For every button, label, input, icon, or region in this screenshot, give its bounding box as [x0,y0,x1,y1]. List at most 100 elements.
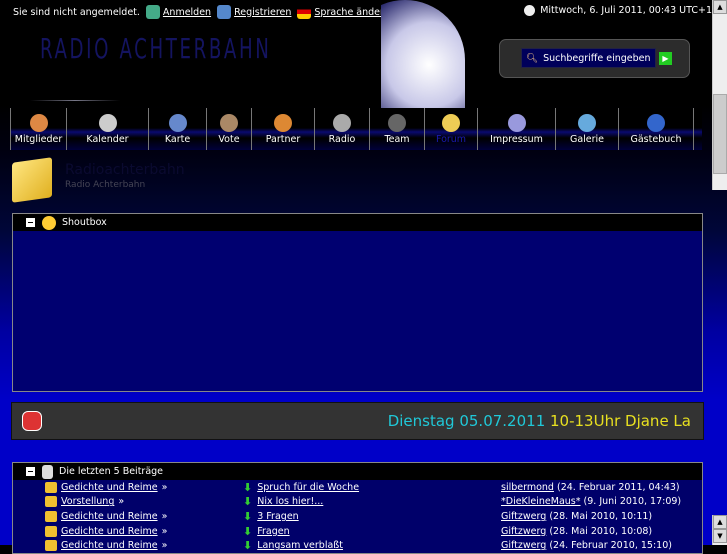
collapse-icon[interactable] [25,217,36,228]
login-icon [145,5,160,19]
nav-item-radio[interactable]: Radio [314,108,369,150]
nav-item-forum[interactable]: Forum [424,108,477,150]
separator: » [161,510,168,522]
search-placeholder: Suchbegriffe eingeben [543,52,651,64]
arrow-down-icon: ⬇ [243,509,253,523]
radio-ticker: Dienstag 05.07.2011 10-13Uhr Djane La [11,402,704,440]
user-link[interactable]: silbermond [501,482,554,493]
nav-item-impressum[interactable]: Impressum [477,108,555,150]
shoutbox-icon [42,215,56,230]
nav-label: Gästebuch [630,134,682,145]
datetime: Mittwoch, 6. Juli 2011, 00:43 UTC+1 [524,5,712,16]
nav-label: Karte [164,134,191,145]
latest-posts-title: Die letzten 5 Beiträge [59,466,164,477]
folder-icon [45,481,57,493]
forum-subtitle: Radio Achterbahn [65,180,146,190]
folder-icon [45,510,57,522]
topic-link[interactable]: Fragen [257,526,289,537]
page-scrollbar[interactable]: ▲ [712,0,727,190]
user-link[interactable]: Giftzwerg [501,526,546,537]
forum-title: Radioachterbahn [65,162,185,178]
nav-item-team[interactable]: Team [369,108,424,150]
nav-label: Vote [218,134,240,145]
board-link[interactable]: Gedichte und Reime [61,482,158,493]
post-row: Gedichte und Reime » ⬇ 3 Fragen Giftzwerg (… [13,509,702,524]
board-link[interactable]: Gedichte und Reime [61,511,158,522]
board-link[interactable]: Gedichte und Reime [61,526,158,537]
arrow-down-icon: ⬇ [243,524,253,538]
post-date: (24. Februar 2010, 15:10) [549,540,672,552]
topic-link[interactable]: Nix los hier!... [257,496,323,507]
login-link[interactable]: Anmelden [163,7,211,18]
topic-link[interactable]: 3 Fragen [257,511,298,522]
nav-item-karte[interactable]: Karte [148,108,206,150]
karte-icon [168,114,187,132]
scrollbar-thumb[interactable] [713,94,727,174]
search-icon: 🔍︎ [526,52,539,64]
arrow-down-icon: ⬇ [243,495,253,509]
separator: » [161,481,168,493]
scroll-down-button[interactable]: ▼ [713,529,727,543]
post-date: (24. Februar 2011, 04:43) [557,481,680,493]
latest-posts-panel: Die letzten 5 Beiträge Gedichte und Reim… [12,462,703,554]
user-link[interactable]: *DieKleineMaus* [501,496,581,507]
impressum-icon [507,114,526,132]
vote-icon [220,114,238,132]
nav-label: Mitglieder [14,134,63,145]
nav-item-mitglieder[interactable]: Mitglieder [10,108,66,150]
user-link[interactable]: Giftzwerg [501,511,546,522]
team-icon [388,114,406,132]
nav-item-gästebuch[interactable]: Gästebuch [618,108,694,150]
user-link[interactable]: Giftzwerg [501,540,546,551]
nav-item-vote[interactable]: Vote [206,108,251,150]
topic-link[interactable]: Langsam verblaßt [257,540,343,551]
radio-icon [333,114,351,132]
nav-item-galerie[interactable]: Galerie [555,108,618,150]
folder-icon [12,157,52,203]
nav-item-kalender[interactable]: Kalender [66,108,148,150]
scroll-up-button[interactable]: ▲ [713,515,727,529]
post-date: (28. Mai 2010, 10:11) [549,510,653,522]
mitglieder-icon [29,114,48,132]
collapse-icon[interactable] [25,466,36,477]
nav-label: Kalender [86,134,129,145]
folder-icon [45,496,57,508]
logo-flare [30,100,120,101]
board-link[interactable]: Gedichte und Reime [61,540,158,551]
ticker-text: 10-13Uhr Djane La [550,412,691,430]
site-logo[interactable]: RADIO ACHTERBAHN [40,32,271,65]
galerie-icon [578,114,596,132]
inner-scrollbar[interactable]: ▲ ▼ [712,515,727,545]
separator: » [161,525,168,537]
forum-icon [442,114,460,132]
post-row: Gedichte und Reime » ⬇ Spruch für die Woch… [13,480,702,495]
german-flag-icon [297,5,312,19]
shoutbox-panel: Shoutbox [12,213,703,392]
login-status: Sie sind nicht angemeldet. [13,6,140,18]
nav-item-partner[interactable]: Partner [251,108,314,150]
stop-hand-icon [22,411,42,431]
nav-label: Forum [435,134,467,145]
post-date: (9. Juni 2010, 17:09) [583,496,682,508]
language-link[interactable]: Sprache ändern [314,7,389,18]
folder-icon [45,525,57,537]
separator: » [118,496,125,508]
register-link[interactable]: Registrieren [234,7,291,18]
gästebuch-icon [647,114,665,132]
search-submit-button[interactable]: ▶ [659,52,672,65]
partner-icon [274,114,292,132]
nav-label: Radio [328,134,356,145]
topic-link[interactable]: Spruch für die Woche [257,482,359,493]
search-input[interactable]: 🔍︎ Suchbegriffe eingeben [521,48,656,68]
post-row: Vorstellung » ⬇ Nix los hier!... *DieKleine… [13,495,702,510]
scroll-up-button[interactable]: ▲ [713,0,727,14]
datetime-text: Mittwoch, 6. Juli 2011, 00:43 UTC+1 [540,5,712,16]
separator: » [161,540,168,552]
register-icon [217,5,232,19]
document-icon [42,464,53,479]
nav-label: Galerie [569,134,605,145]
board-link[interactable]: Vorstellung [61,496,114,507]
folder-icon [45,540,57,552]
post-row: Gedichte und Reime » ⬇ Fragen Giftzwerg (28… [13,524,702,539]
shoutbox-body [13,231,702,391]
